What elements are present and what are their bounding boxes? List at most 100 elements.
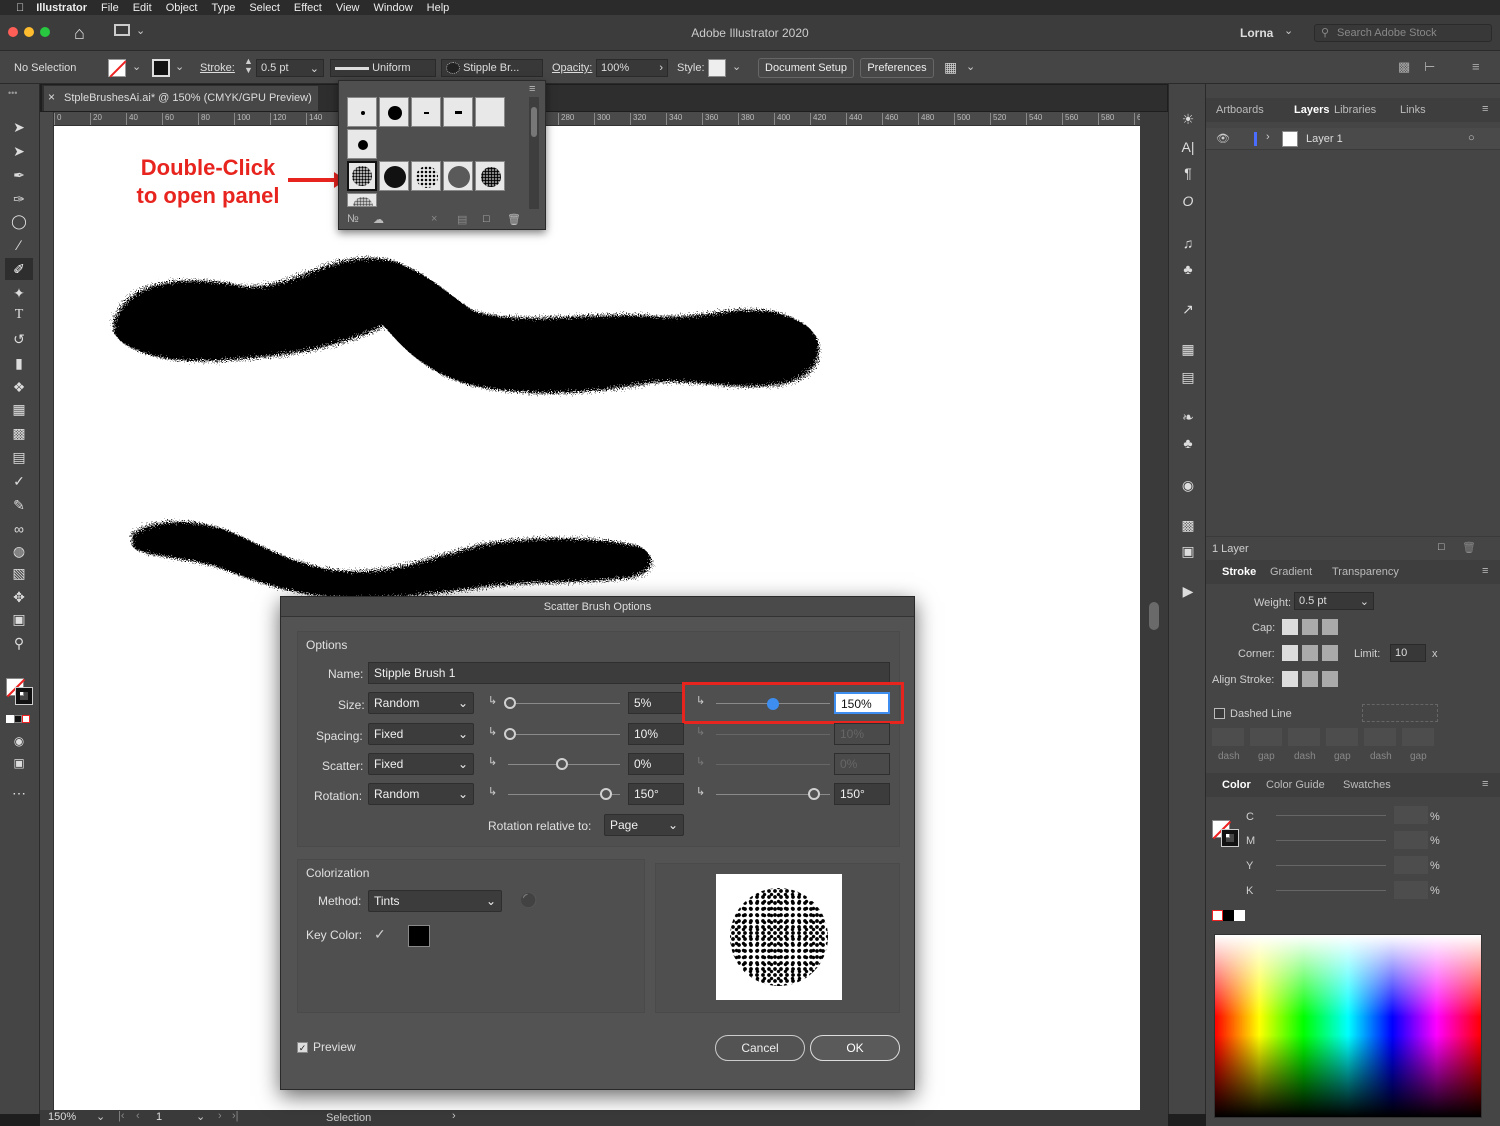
line-tool-icon[interactable]: ∕ [9,236,29,254]
brush-swatch-dot-small[interactable] [347,97,377,127]
selection-tool-icon[interactable]: ➤ [9,118,29,136]
pen-tool-icon[interactable]: ✒ [9,166,29,184]
panel-menu-icon[interactable]: ≡ [529,83,535,95]
align-stroke-buttons[interactable] [1282,671,1346,687]
tips-lightbulb-icon[interactable]: ⚫ [520,892,537,909]
next-artboard-icon[interactable]: › [218,1110,222,1122]
slice-tool-icon[interactable]: ✥ [9,588,29,606]
scatter-input[interactable]: 0% [628,753,684,775]
delete-layer-icon[interactable]: 🗑 [1462,541,1476,554]
tab-color[interactable]: Color [1222,779,1251,791]
character-icon[interactable]: A| [1178,138,1198,156]
stroke-label[interactable]: Stroke: [200,62,235,74]
preferences-button[interactable]: Preferences [860,58,934,78]
blend-tool-icon[interactable]: ∞ [9,520,29,538]
tab-swatches[interactable]: Swatches [1343,779,1391,791]
ellipse-tool-icon[interactable]: ◯ [9,212,29,230]
remove-brush-stroke-icon[interactable]: × [431,213,437,225]
eyedropper-icon[interactable]: ✓ [374,926,386,943]
key-color-swatch[interactable] [408,925,430,947]
panel-menu-icon[interactable]: ≡ [1482,103,1488,115]
tab-transparency[interactable]: Transparency [1332,566,1399,578]
spacing-slider-knob[interactable] [504,728,516,740]
tab-layers[interactable]: Layers [1294,104,1329,116]
brush-swatch-stipple-2[interactable] [379,161,409,191]
ok-button[interactable]: OK [810,1035,900,1061]
stroke-stepper-icon[interactable]: ▲ ▼ [244,57,253,75]
transform-icon[interactable]: ▦ [1178,340,1198,358]
preview-checkbox[interactable]: ✓ [297,1042,308,1053]
size-min-input[interactable]: 5% [628,692,684,714]
brush-name-input[interactable]: Stipple Brush 1 [368,662,890,684]
edit-toolbar-icon[interactable]: ⋯ [9,784,29,802]
spacing-method-select[interactable]: Fixed ⌄ [368,723,474,745]
pathfinder-icon[interactable]: ▩ [1178,516,1198,534]
tab-artboards[interactable]: Artboards [1216,104,1264,116]
eyedropper-tool-icon[interactable]: ✓ [9,472,29,490]
previous-artboard-icon[interactable]: ‹ [136,1110,140,1122]
vertical-scrollbar[interactable] [1140,112,1168,1110]
cancel-button[interactable]: Cancel [715,1035,805,1061]
color-spectrum[interactable] [1214,934,1482,1118]
export-icon[interactable]: ↗ [1178,300,1198,318]
menu-view[interactable]: View [336,2,360,14]
document-tab[interactable]: × StpleBrushesAi.ai* @ 150% (CMYK/GPU Pr… [44,86,318,111]
rotation-min-input[interactable]: 150° [628,783,684,805]
tab-gradient[interactable]: Gradient [1270,566,1312,578]
tab-links[interactable]: Links [1400,104,1426,116]
brush-swatch-stipple-selected[interactable] [347,161,377,191]
menu-object[interactable]: Object [166,2,198,14]
rotation-max-input[interactable]: 150° [834,783,890,805]
curvature-tool-icon[interactable]: ✑ [9,190,29,208]
gradient-tool-icon[interactable]: ▦ [9,400,29,418]
libraries-panel-icon[interactable]: ☁ [373,213,384,226]
chevron-right-icon[interactable]: › [452,1110,456,1122]
size-min-slider-knob[interactable] [504,697,516,709]
apple-icon[interactable]:  [16,2,24,14]
chevron-down-icon[interactable]: ⌄ [196,1110,205,1123]
direct-selection-tool-icon[interactable]: ➤ [9,142,29,160]
color-fill-stroke[interactable] [1212,820,1240,848]
layer-row[interactable]: 👁 › Layer 1 ○ [1206,128,1500,150]
panel-menu-icon[interactable]: ≡ [1482,778,1488,790]
none-black-white-swatches[interactable] [1212,910,1252,922]
user-name[interactable]: Lorna [1240,26,1273,40]
brush-swatch-stipple-6[interactable] [347,193,377,207]
fill-stroke-swatches[interactable] [6,678,34,706]
brush-swatch-stipple-5[interactable] [475,161,505,191]
preview-label[interactable]: Preview [313,1040,356,1054]
pencil-tool-icon[interactable]: ✎ [9,496,29,514]
transform-icon[interactable]: ⊢ [1424,59,1435,75]
stroke-weight-input[interactable]: 0.5 pt ⌄ [1294,592,1374,610]
menu-file[interactable]: File [101,2,119,14]
chevron-right-icon[interactable]: › [659,62,663,74]
chevron-down-icon[interactable]: ⌄ [310,62,319,75]
rotation-relative-select[interactable]: Page ⌄ [604,814,684,836]
document-setup-button[interactable]: Document Setup [758,58,854,78]
size-min-slider-track[interactable] [508,703,620,704]
symbols-icon[interactable]: ♣ [1178,260,1198,278]
status-mode[interactable]: Selection [326,1112,371,1124]
graph-tool-icon[interactable]: ▤ [9,448,29,466]
size-max-slider-knob[interactable] [767,698,779,710]
paintbrush-tool-icon[interactable]: ✐ [5,258,33,280]
brush-swatch-stipple-4[interactable] [443,161,473,191]
type-tool-icon[interactable]: T [9,306,29,324]
chevron-down-icon[interactable]: ⌄ [732,60,741,73]
actions-play-icon[interactable]: ▶ [1178,582,1198,600]
brush-definition[interactable]: Stipple Br... [441,59,543,77]
rotate-tool-icon[interactable]: ↺ [9,330,29,348]
panel-menu-icon[interactable]: ≡ [1482,565,1488,577]
zoom-tool-icon[interactable]: ⚲ [9,634,29,652]
draw-mode-icon[interactable]: ◉ [9,732,29,750]
size-max-input[interactable]: 150% [834,692,890,714]
cap-buttons[interactable] [1282,619,1346,635]
chevron-down-icon[interactable]: ⌄ [132,60,141,73]
tab-libraries[interactable]: Libraries [1334,104,1376,116]
menu-window[interactable]: Window [374,2,413,14]
tab-color-guide[interactable]: Color Guide [1266,779,1325,791]
brush-swatch-thin[interactable] [475,97,505,127]
brush-swatch-tapered[interactable] [411,97,441,127]
glyphs-icon[interactable]: ♫ [1178,234,1198,252]
tab-stroke[interactable]: Stroke [1222,566,1256,578]
